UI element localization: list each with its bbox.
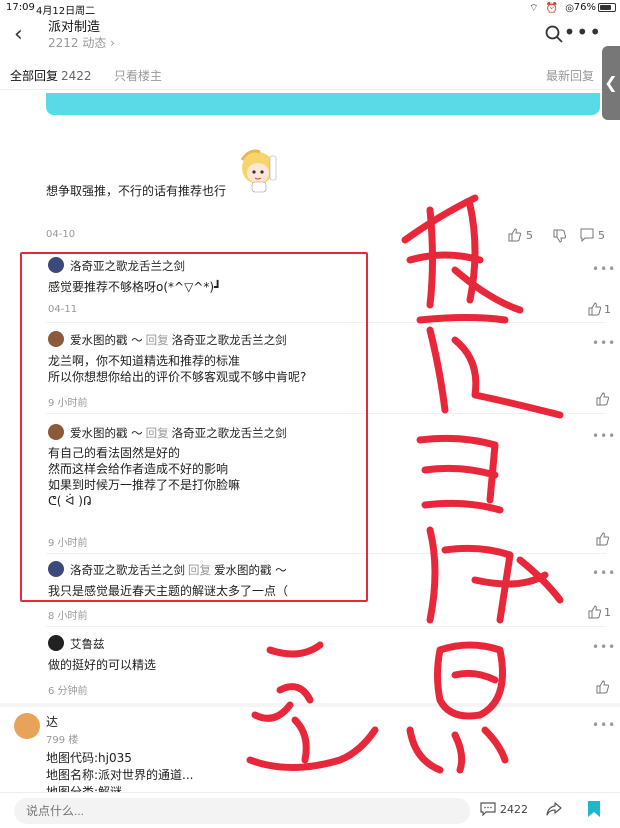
like-icon[interactable] <box>596 680 610 694</box>
reply-tabs: 全部回复 2422 只看楼主 最新回复 <box>0 60 620 90</box>
status-time: 17:09 <box>6 2 35 13</box>
dislike-icon[interactable] <box>553 229 567 243</box>
section-divider <box>0 703 620 707</box>
post-like-count: 5 <box>526 229 533 242</box>
like-icon[interactable] <box>508 228 522 242</box>
reply-like-count: 1 <box>604 606 611 619</box>
avatar[interactable] <box>14 713 40 739</box>
comment-count-icon[interactable] <box>480 802 496 816</box>
more-options-icon[interactable]: ••• <box>592 566 616 580</box>
page-title: 派对制造 <box>48 20 101 35</box>
reply-time: 6 分钟前 <box>48 686 88 697</box>
reply-time: 8 小时前 <box>48 611 88 622</box>
post-reply-count: 5 <box>598 229 605 242</box>
red-annotation-box <box>20 252 368 602</box>
like-icon[interactable] <box>596 532 610 546</box>
more-options-icon[interactable]: ••• <box>592 429 616 443</box>
post-text: 想争取强推，不行的话有推荐也行 <box>46 184 227 198</box>
side-collapse-tab[interactable]: ❮ <box>602 46 620 120</box>
reply-author[interactable]: 艾鲁兹 <box>70 636 105 652</box>
comment-input[interactable] <box>14 798 470 824</box>
tab-all-label: 全部回复 <box>10 69 59 83</box>
like-icon[interactable] <box>588 302 602 316</box>
post-author[interactable]: 达 <box>46 713 58 730</box>
like-icon[interactable] <box>588 605 602 619</box>
more-options-icon[interactable]: ••• <box>592 262 616 276</box>
tab-all-count: 2422 <box>61 69 92 83</box>
battery-icon <box>598 3 616 12</box>
floor-number: 799 楼 <box>46 735 79 746</box>
more-icon[interactable]: ••• <box>564 20 602 44</box>
comment-icon[interactable] <box>580 228 594 242</box>
reply-like-count: 1 <box>604 303 611 316</box>
more-options-icon[interactable]: ••• <box>592 336 616 350</box>
share-icon[interactable] <box>545 801 563 817</box>
post-image <box>46 93 600 115</box>
post-text: 地图名称:派对世界的通道... <box>46 768 194 782</box>
status-icons: ⌔ ⏰ ◎ <box>529 3 576 14</box>
tab-latest[interactable]: 最新回复 <box>546 67 594 84</box>
status-bar: 17:09 4月12日周二 ⌔ ⏰ ◎ 76% <box>0 0 620 17</box>
divider <box>46 626 606 627</box>
battery-percent: 76% <box>573 2 596 13</box>
search-icon[interactable] <box>544 24 564 44</box>
nav-bar: ‹ 派对制造 2212 动态 › ••• <box>0 16 620 60</box>
avatar[interactable] <box>48 635 64 651</box>
tab-owner-only[interactable]: 只看楼主 <box>114 67 162 84</box>
bottom-bar: 2422 <box>0 792 620 828</box>
anime-sticker <box>240 149 277 193</box>
more-options-icon[interactable]: ••• <box>592 640 616 654</box>
tab-all-replies[interactable]: 全部回复 2422 <box>10 67 92 84</box>
back-icon[interactable]: ‹ <box>14 24 34 46</box>
more-options-icon[interactable]: ••• <box>592 718 616 732</box>
post-text: 地图代码:hj035 <box>46 751 132 765</box>
like-icon[interactable] <box>596 392 610 406</box>
post-date: 04-10 <box>46 229 76 240</box>
page-subtitle[interactable]: 2212 动态 › <box>48 34 115 51</box>
status-date: 4月12日周二 <box>36 6 96 17</box>
bookmark-icon[interactable] <box>587 800 601 818</box>
comment-count[interactable]: 2422 <box>500 803 528 816</box>
reply-text: 做的挺好的可以精选 <box>48 658 157 672</box>
